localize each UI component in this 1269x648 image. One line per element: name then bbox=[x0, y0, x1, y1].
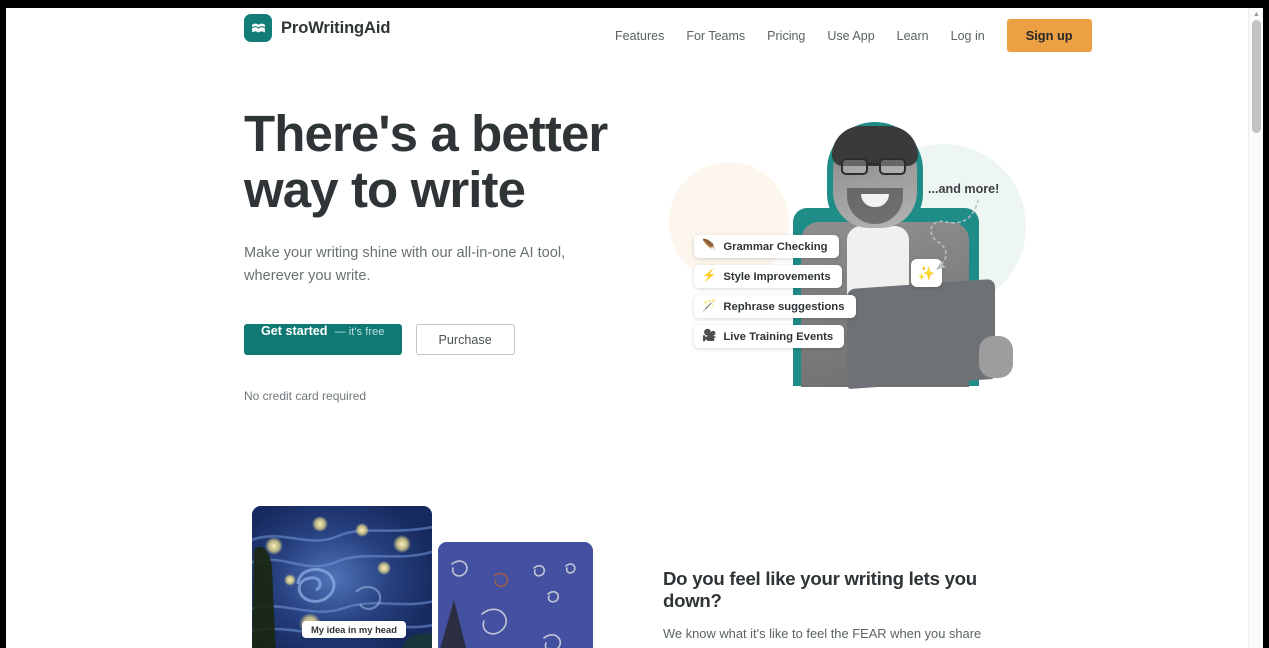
feature-pill-label: Grammar Checking bbox=[723, 240, 828, 253]
lightning-bolt-icon: ⚡ bbox=[702, 269, 717, 282]
lower-text-block: Do you feel like your writing lets you d… bbox=[663, 568, 1015, 648]
feature-pill-label: Rephrase suggestions bbox=[723, 300, 845, 313]
doodle-card bbox=[438, 542, 593, 648]
person-hand bbox=[979, 336, 1013, 378]
scrollbar-thumb[interactable] bbox=[1252, 20, 1261, 133]
brand-logo-link[interactable]: ProWritingAid bbox=[244, 14, 390, 42]
glasses-icon bbox=[841, 158, 909, 175]
brand-name: ProWritingAid bbox=[281, 18, 391, 37]
section-title: Do you feel like your writing lets you d… bbox=[663, 568, 977, 611]
section-body: We know what it's like to feel the FEAR … bbox=[663, 626, 999, 648]
browser-frame: ProWritingAid Features For Teams Pricing… bbox=[0, 0, 1269, 648]
page-title: There's a better way to write bbox=[244, 105, 608, 218]
chevron-up-icon[interactable]: ▲ bbox=[1249, 8, 1263, 20]
nav-link-for-teams[interactable]: For Teams bbox=[675, 23, 756, 49]
hero-button-group: Get started — it's free Purchase bbox=[244, 324, 624, 355]
get-started-label: Get started bbox=[261, 324, 328, 338]
nav-link-features[interactable]: Features bbox=[604, 23, 675, 49]
nav-link-log-in[interactable]: Log in bbox=[940, 23, 996, 49]
book-swoosh-icon bbox=[244, 14, 272, 42]
laptop-illustration bbox=[847, 278, 995, 390]
and-more-label: ...and more! bbox=[928, 182, 1000, 196]
sign-up-button[interactable]: Sign up bbox=[1006, 19, 1092, 52]
hero-illustration: ✨ ...and more! 🪶 Grammar Checking ⚡ Styl… bbox=[661, 104, 1061, 404]
site-header: ProWritingAid Features For Teams Pricing… bbox=[6, 8, 1257, 64]
feature-pill-list: 🪶 Grammar Checking ⚡ Style Improvements … bbox=[694, 235, 856, 348]
get-started-button[interactable]: Get started — it's free bbox=[244, 324, 402, 355]
feature-pill-grammar-checking[interactable]: 🪶 Grammar Checking bbox=[694, 235, 839, 258]
feature-pill-label: Live Training Events bbox=[723, 330, 834, 343]
no-credit-card-note: No credit card required bbox=[244, 389, 367, 403]
nav-link-use-app[interactable]: Use App bbox=[816, 23, 885, 49]
main-navigation: Features For Teams Pricing Use App Learn… bbox=[604, 19, 1092, 52]
feature-pill-rephrase-suggestions[interactable]: 🪄 Rephrase suggestions bbox=[694, 295, 856, 318]
feature-pill-label: Style Improvements bbox=[723, 270, 831, 283]
hero-text-block: There's a better way to write Make your … bbox=[244, 106, 624, 403]
feature-pill-style-improvements[interactable]: ⚡ Style Improvements bbox=[694, 265, 842, 288]
vertical-scrollbar[interactable]: ▲ bbox=[1248, 8, 1263, 648]
lower-illustration: My idea in my head bbox=[252, 506, 602, 648]
get-started-suffix: — it's free bbox=[334, 326, 385, 338]
purchase-button[interactable]: Purchase bbox=[415, 324, 515, 355]
magic-wand-icon: 🪄 bbox=[702, 299, 717, 312]
movie-camera-icon: 🎥 bbox=[702, 329, 717, 342]
nav-link-pricing[interactable]: Pricing bbox=[756, 23, 816, 49]
page-viewport: ProWritingAid Features For Teams Pricing… bbox=[6, 8, 1263, 648]
page-content: ProWritingAid Features For Teams Pricing… bbox=[6, 8, 1257, 648]
hero-subtitle: Make your writing shine with our all-in-… bbox=[244, 245, 566, 284]
dashed-arrow-icon bbox=[930, 199, 979, 270]
idea-in-my-head-label: My idea in my head bbox=[302, 621, 406, 638]
feature-pill-live-training-events[interactable]: 🎥 Live Training Events bbox=[694, 325, 845, 348]
nav-link-learn[interactable]: Learn bbox=[886, 23, 940, 49]
feather-icon: 🪶 bbox=[702, 239, 717, 252]
